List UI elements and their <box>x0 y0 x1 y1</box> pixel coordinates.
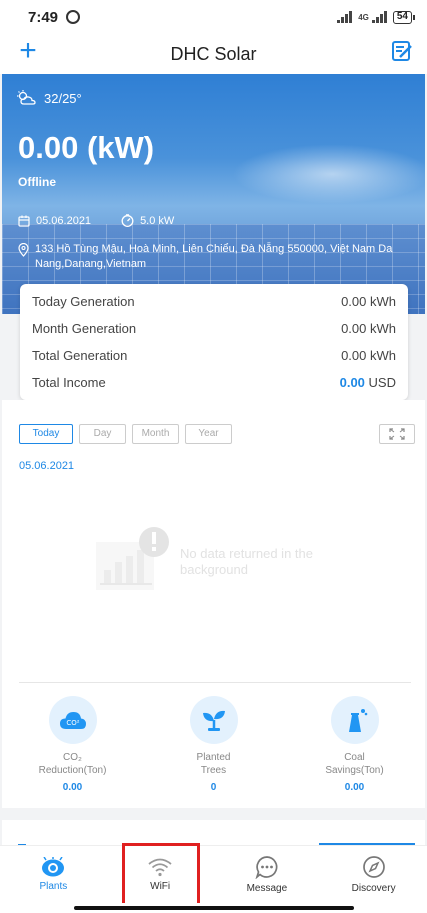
env-label-line1: Planted <box>196 752 231 763</box>
env-value: 0.00 <box>344 782 365 793</box>
nav-label: Discovery <box>351 883 396 894</box>
environmental-benefits: CO² CO₂ Reduction(Ton) 0.00 Planted Tree… <box>2 696 425 793</box>
status-time: 7:49 <box>28 8 59 26</box>
env-value: 0.00 <box>62 782 83 793</box>
partly-cloudy-icon <box>17 90 36 105</box>
tab-year[interactable]: Year <box>185 424 232 444</box>
no-data-message: No data returned in the background <box>180 546 313 577</box>
battery-icon: 54 <box>392 10 415 24</box>
svg-text:CO²: CO² <box>66 719 79 727</box>
location-pin-icon <box>18 243 29 257</box>
install-date: 05.06.2021 <box>36 214 92 227</box>
plant-status: Offline <box>18 175 56 189</box>
env-label-line1: Coal <box>344 752 365 763</box>
env-label-line1: CO₂ <box>63 752 82 763</box>
capacity-gauge-icon <box>121 214 134 227</box>
tab-month[interactable]: Month <box>132 424 179 444</box>
page-title: DHC Solar <box>170 43 257 64</box>
installed-capacity: 5.0 kW <box>140 214 175 227</box>
sprout-icon <box>202 710 225 731</box>
currency-unit: USD <box>368 375 396 390</box>
app-header: + DHC Solar <box>0 34 427 74</box>
nav-plants[interactable]: Plants <box>0 846 107 903</box>
nav-label: WiFi <box>150 881 171 892</box>
plant-info-row: 05.06.2021 5.0 kW <box>18 214 174 227</box>
stat-value: 0.00 kWh <box>341 294 396 309</box>
bottom-navigation: Plants WiFi Message Discovery <box>0 845 427 903</box>
income-value: 0.00 <box>339 375 365 390</box>
no-data-chart-icon <box>96 527 169 590</box>
stat-value: 0.00 kWh <box>341 321 396 336</box>
add-plant-button[interactable]: + <box>14 36 42 66</box>
env-label-line2: Savings(Ton) <box>325 765 384 776</box>
stat-label: Today Generation <box>32 294 135 309</box>
status-bar: 7:49 4G 54 <box>0 0 427 34</box>
env-value: 0 <box>210 782 217 793</box>
generation-chart-section: Today Day Month Year 05.06.2021 No data … <box>2 400 425 808</box>
expand-icon <box>389 428 405 440</box>
plants-eye-icon <box>42 857 65 877</box>
co2-reduction: CO² CO₂ Reduction(Ton) 0.00 <box>2 696 143 793</box>
coal-savings: Coal Savings(Ton) 0.00 <box>284 696 425 793</box>
coal-plant-icon <box>348 709 367 732</box>
message-icon <box>255 856 278 879</box>
stat-month-generation: Month Generation 0.00 kWh <box>32 315 396 342</box>
stat-label: Month Generation <box>32 321 137 336</box>
no-data-placeholder: No data returned in the background <box>94 526 340 592</box>
address-text: 133 Hồ Tùng Mậu, Hoà Minh, Liên Chiểu, Đ… <box>35 243 393 270</box>
planted-trees: Planted Trees 0 <box>143 696 284 793</box>
fullscreen-button[interactable] <box>379 424 415 444</box>
stat-value-group: 0.00 USD <box>340 375 396 390</box>
compass-icon <box>362 856 385 878</box>
nav-discovery[interactable]: Discovery <box>320 846 427 903</box>
stat-total-income: Total Income 0.00 USD <box>32 369 396 396</box>
stat-label: Total Income <box>32 375 106 390</box>
divider <box>19 682 411 683</box>
status-indicators: 4G 54 <box>337 10 415 24</box>
weather: 32/25° <box>16 90 82 106</box>
wifi-icon <box>148 858 172 877</box>
tab-day[interactable]: Day <box>79 424 126 444</box>
alarm-icon <box>66 10 81 24</box>
battery-level: 54 <box>392 10 412 24</box>
generation-stats-card: Today Generation 0.00 kWh Month Generati… <box>20 284 408 400</box>
current-power: 0.00 (kW) <box>18 130 155 165</box>
plant-hero-banner: 32/25° 0.00 (kW) Offline 05.06.2021 5.0 … <box>2 74 425 314</box>
env-label-line2: Reduction(Ton) <box>38 765 107 776</box>
home-indicator <box>0 903 427 913</box>
edit-icon[interactable] <box>391 40 413 62</box>
co2-cloud-icon: CO² <box>59 712 86 729</box>
chart-date: 05.06.2021 <box>19 460 75 472</box>
nav-label: Message <box>246 883 288 894</box>
stat-label: Total Generation <box>32 348 128 363</box>
temperature: 32/25° <box>44 90 82 106</box>
stat-today-generation: Today Generation 0.00 kWh <box>32 288 396 315</box>
nav-wifi[interactable]: WiFi <box>107 846 214 903</box>
stat-total-generation: Total Generation 0.00 kWh <box>32 342 396 369</box>
stat-value: 0.00 kWh <box>341 348 396 363</box>
plant-address: 133 Hồ Tùng Mậu, Hoà Minh, Liên Chiểu, Đ… <box>18 242 418 272</box>
nav-message[interactable]: Message <box>214 846 321 903</box>
env-label-line2: Trees <box>200 765 227 776</box>
signal-icon <box>337 11 353 23</box>
signal-icon-2 <box>371 11 387 23</box>
period-tabs: Today Day Month Year <box>19 424 232 444</box>
tab-today[interactable]: Today <box>19 424 73 444</box>
network-type: 4G <box>358 12 369 22</box>
calendar-icon <box>18 215 30 227</box>
nav-label: Plants <box>39 881 68 892</box>
